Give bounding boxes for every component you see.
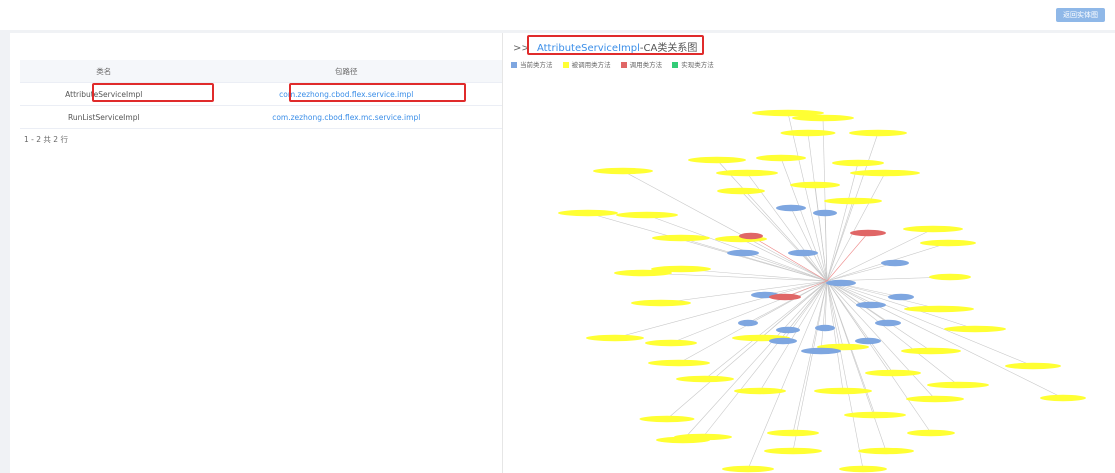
graph-edge [622, 170, 828, 282]
graph-node[interactable] [652, 234, 710, 242]
graph-node[interactable] [780, 129, 836, 137]
graph-node[interactable] [716, 169, 778, 177]
graph-node[interactable] [903, 225, 963, 233]
relation-graph-panel: >> AttributeServiceImpl-CA类关系图 当前类方法 被调用… [502, 33, 1115, 473]
graph-node[interactable] [722, 465, 774, 473]
graph-edge [670, 280, 828, 344]
graph-node[interactable] [850, 229, 886, 237]
graph-node[interactable] [901, 347, 961, 355]
graph-node[interactable] [875, 319, 901, 327]
graph-node[interactable] [944, 325, 1006, 333]
graph-node[interactable] [920, 239, 976, 247]
graph-edge [747, 280, 828, 470]
graph-edge [826, 132, 879, 282]
column-header-class: 类名 [20, 60, 188, 83]
graph-node[interactable] [907, 429, 955, 437]
graph-node[interactable] [645, 339, 697, 347]
graph-node[interactable] [558, 209, 618, 217]
back-to-entity-graph-button[interactable]: 返回实体图 [1056, 8, 1105, 22]
graph-node[interactable] [906, 395, 964, 403]
graph-node[interactable] [1040, 394, 1086, 402]
graph-node[interactable] [767, 429, 819, 437]
graph-node[interactable] [904, 305, 974, 313]
graph-node[interactable] [844, 411, 906, 419]
graph-node[interactable] [631, 299, 691, 307]
graph-node[interactable] [824, 197, 882, 205]
class-name-cell: RunListServiceImpl [20, 105, 188, 129]
graph-node[interactable] [888, 293, 914, 301]
top-bar: 返回实体图 [0, 0, 1115, 30]
graph-node[interactable] [814, 387, 872, 395]
graph-node[interactable] [676, 375, 734, 383]
relation-graph-canvas[interactable] [503, 33, 1115, 473]
graph-edge [826, 172, 886, 282]
graph-edge [642, 272, 828, 282]
graph-node[interactable] [769, 293, 801, 301]
graph-node[interactable] [734, 387, 786, 395]
pagination-info: 1 - 2 共 2 行 [24, 135, 68, 144]
graph-node[interactable] [656, 436, 710, 444]
graph-node[interactable] [614, 269, 672, 277]
graph-edge [780, 157, 828, 282]
graph-edge [820, 280, 828, 352]
graph-node[interactable] [717, 187, 765, 195]
graph-node[interactable] [801, 347, 841, 355]
graph-node[interactable] [815, 324, 835, 332]
highlight-box [92, 83, 214, 102]
graph-node[interactable] [865, 369, 921, 377]
graph-node[interactable] [738, 319, 758, 327]
graph-edge [826, 280, 864, 470]
graph-node[interactable] [776, 204, 806, 212]
graph-node[interactable] [639, 415, 695, 423]
graph-edge [680, 237, 828, 282]
graph-node[interactable] [756, 154, 806, 162]
graph-node[interactable] [881, 259, 909, 267]
graph-node[interactable] [586, 334, 644, 342]
graph-node[interactable] [1005, 362, 1061, 370]
graph-edge [682, 280, 828, 441]
class-list-panel: 类名 包路径 AttributeServiceImpl com.zezhong.… [10, 33, 505, 473]
highlight-box [289, 83, 466, 102]
graph-node[interactable] [764, 447, 822, 455]
graph-node[interactable] [788, 249, 818, 257]
graph-node[interactable] [850, 169, 920, 177]
graph-edge [826, 262, 896, 282]
graph-node[interactable] [790, 181, 840, 189]
graph-node[interactable] [688, 156, 746, 164]
column-header-package: 包路径 [187, 60, 505, 83]
graph-edge [826, 228, 934, 282]
graph-node[interactable] [792, 114, 854, 122]
graph-edges [587, 112, 1064, 470]
graph-edge [747, 280, 828, 324]
graph-node[interactable] [927, 381, 989, 389]
graph-node[interactable] [776, 326, 800, 334]
graph-node[interactable] [813, 209, 837, 217]
graph-node[interactable] [727, 249, 759, 257]
graph-node[interactable] [616, 211, 678, 219]
graph-node[interactable] [648, 359, 710, 367]
table-header-row: 类名 包路径 [20, 60, 505, 83]
graph-edge [660, 280, 828, 304]
graph-node[interactable] [849, 129, 907, 137]
graph-node[interactable] [739, 232, 763, 240]
graph-node[interactable] [855, 337, 881, 345]
graph-node[interactable] [856, 301, 886, 309]
graph-node[interactable] [769, 337, 797, 345]
graph-node[interactable] [839, 465, 887, 473]
package-link[interactable]: com.zezhong.cbod.flex.mc.service.impl [187, 105, 505, 129]
graph-node[interactable] [929, 273, 971, 281]
graph-node[interactable] [593, 167, 653, 175]
graph-node[interactable] [826, 279, 856, 287]
graph-node[interactable] [832, 159, 884, 167]
graph-node[interactable] [858, 447, 914, 455]
graph-edge [792, 280, 828, 452]
table-row[interactable]: RunListServiceImpl com.zezhong.cbod.flex… [20, 105, 505, 129]
